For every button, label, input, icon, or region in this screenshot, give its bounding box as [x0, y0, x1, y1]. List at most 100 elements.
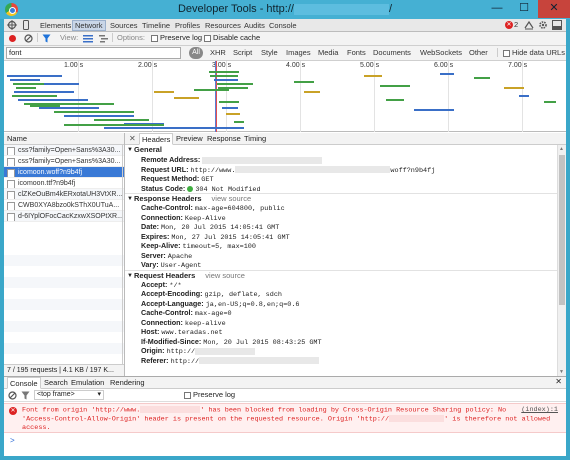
minimize-button[interactable]: —	[484, 0, 510, 18]
hide-data-urls-checkbox[interactable]: Hide data URLs	[503, 48, 565, 57]
error-icon[interactable]: ✕	[505, 21, 513, 29]
tab-response[interactable]: Response	[205, 133, 243, 145]
timeline-request-bar	[219, 101, 239, 103]
request-row[interactable]: d-6IYplOFocCacKzxwXSOPtXR...	[4, 211, 124, 222]
timeline-request-bar	[226, 113, 240, 115]
request-row[interactable]: clZKeOuBm4kERxotaUH3VtXR...	[4, 189, 124, 200]
dock-side-icon[interactable]	[552, 20, 562, 32]
view-source-link[interactable]: view source	[205, 271, 245, 280]
console-filter-icon[interactable]	[21, 391, 30, 402]
timeline-tick-label: 6.00 s	[434, 62, 454, 69]
header-row: Host: www.teradas.net	[125, 327, 557, 337]
disable-cache-checkbox[interactable]: Disable cache	[204, 33, 260, 42]
header-key: Expires:	[141, 231, 170, 241]
request-details: ✕ Headers Preview Response Timing ▼ Gener…	[125, 133, 566, 376]
error-count[interactable]: 2	[514, 20, 518, 29]
device-mode-icon[interactable]	[21, 20, 31, 32]
filter-type-xhr[interactable]: XHR	[210, 48, 226, 57]
timeline-request-bar	[386, 99, 404, 101]
timeline-request-bar	[10, 79, 40, 81]
overview-toggle-icon[interactable]	[99, 34, 109, 45]
clear-icon[interactable]	[24, 34, 33, 45]
close-window-button[interactable]: ✕	[538, 0, 570, 18]
request-headers-section-header[interactable]: ▼ Request Headers view source	[125, 269, 557, 280]
record-icon[interactable]	[8, 34, 17, 45]
console-preserve-log-checkbox[interactable]: Preserve log	[184, 390, 235, 399]
drawer-tab-rendering[interactable]: Rendering	[108, 377, 147, 389]
view-label: View:	[60, 33, 79, 42]
tab-audits[interactable]: Audits	[242, 20, 267, 31]
preserve-log-checkbox[interactable]: Preserve log	[151, 33, 202, 42]
response-headers-section-header[interactable]: ▼ Response Headers view source	[125, 193, 557, 203]
console-prompt[interactable]: >	[10, 436, 15, 445]
request-row[interactable]: icomoon.ttf?n9b4fj	[4, 178, 124, 189]
maximize-button[interactable]: ☐	[511, 0, 537, 18]
request-row[interactable]: icomoon.woff?n9b4fj	[4, 167, 124, 178]
filter-type-documents[interactable]: Documents	[373, 48, 411, 57]
network-timeline-overview[interactable]: 1.00 s 2.00 s 3.00 s 4.00 s 5.00 s 6.00 …	[4, 61, 566, 132]
request-row[interactable]: css?family=Open+Sans%3A30...	[4, 145, 124, 156]
column-header-name[interactable]: Name	[4, 133, 124, 145]
drawer-toggle-icon[interactable]	[524, 20, 534, 32]
timeline-request-bar	[64, 124, 164, 126]
frame-selector[interactable]: <top frame> ▾	[34, 390, 104, 400]
timeline-request-bar	[64, 115, 134, 117]
settings-gear-icon[interactable]	[538, 20, 548, 32]
clear-console-icon[interactable]	[8, 391, 17, 402]
tab-preview[interactable]: Preview	[174, 133, 205, 145]
filter-type-websockets[interactable]: WebSockets	[420, 48, 462, 57]
chevron-down-icon: ▾	[97, 391, 101, 398]
drawer-tab-emulation[interactable]: Emulation	[69, 377, 106, 389]
request-list: Name css?family=Open+Sans%3A30... css?fam…	[4, 133, 125, 376]
header-key: Remote Address:	[141, 155, 201, 164]
tab-console[interactable]: Console	[267, 20, 299, 31]
tab-elements[interactable]: Elements	[38, 20, 73, 31]
request-row[interactable]: CWB0XYA8bzo0kSThX0UTuA...	[4, 200, 124, 211]
header-key: Accept:	[141, 279, 168, 289]
filter-input[interactable]: font	[6, 47, 181, 59]
error-source-link[interactable]: (index):1	[521, 406, 558, 415]
tab-resources[interactable]: Resources	[203, 20, 243, 31]
header-key: Origin:	[141, 346, 165, 355]
timeline-request-bar	[44, 83, 79, 85]
filter-type-style[interactable]: Style	[261, 48, 278, 57]
timeline-request-bar	[504, 87, 524, 89]
network-split-view: Name css?family=Open+Sans%3A30... css?fam…	[4, 133, 566, 376]
header-key: Connection:	[141, 317, 183, 327]
tab-headers[interactable]: Headers	[139, 133, 174, 145]
tab-sources[interactable]: Sources	[108, 20, 140, 31]
close-drawer-icon[interactable]: ✕	[555, 377, 562, 386]
large-rows-icon[interactable]	[83, 34, 93, 45]
headers-panel: ▼ General Remote Address: Request URL: ht…	[125, 145, 557, 376]
header-row: Date: Mon, 20 Jul 2015 14:05:41 GMT	[125, 222, 557, 232]
general-section-header[interactable]: ▼ General	[125, 145, 557, 155]
tab-profiles[interactable]: Profiles	[173, 20, 202, 31]
view-source-link[interactable]: view source	[212, 194, 252, 203]
tab-network[interactable]: Network	[72, 20, 106, 31]
timeline-tick-label: 2.00 s	[138, 62, 158, 69]
drawer-tab-console[interactable]: Console	[7, 377, 41, 389]
close-details-icon[interactable]: ✕	[129, 134, 136, 143]
filter-type-images[interactable]: Images	[286, 48, 311, 57]
filter-type-all[interactable]: All	[189, 47, 203, 59]
filter-type-fonts[interactable]: Fonts	[347, 48, 366, 57]
expand-triangle-icon: ▼	[127, 147, 133, 153]
header-row: Vary: User-Agent	[125, 260, 557, 270]
preserve-log-label: Preserve log	[160, 33, 203, 42]
window-title-prefix: Developer Tools - http://	[177, 3, 294, 15]
header-row: Cache-Control: max-age=0	[125, 308, 557, 318]
tab-timing[interactable]: Timing	[242, 133, 268, 145]
tab-timeline[interactable]: Timeline	[140, 20, 172, 31]
details-scrollbar[interactable]: ▲ ▼	[557, 145, 566, 376]
filter-type-other[interactable]: Other	[469, 48, 488, 57]
inspect-icon[interactable]	[7, 20, 17, 32]
window-titlebar: Developer Tools - http:// / — ☐ ✕	[0, 0, 570, 19]
filter-type-media[interactable]: Media	[318, 48, 338, 57]
request-row[interactable]: css?family=Open+Sans%3A30...	[4, 156, 124, 167]
filter-funnel-icon[interactable]	[42, 34, 51, 45]
drawer-tab-search[interactable]: Search	[42, 377, 70, 389]
header-value: gzip, deflate, sdch	[204, 291, 283, 299]
timeline-request-bar	[7, 75, 62, 77]
filter-type-script[interactable]: Script	[233, 48, 252, 57]
header-key: Vary:	[141, 260, 159, 269]
